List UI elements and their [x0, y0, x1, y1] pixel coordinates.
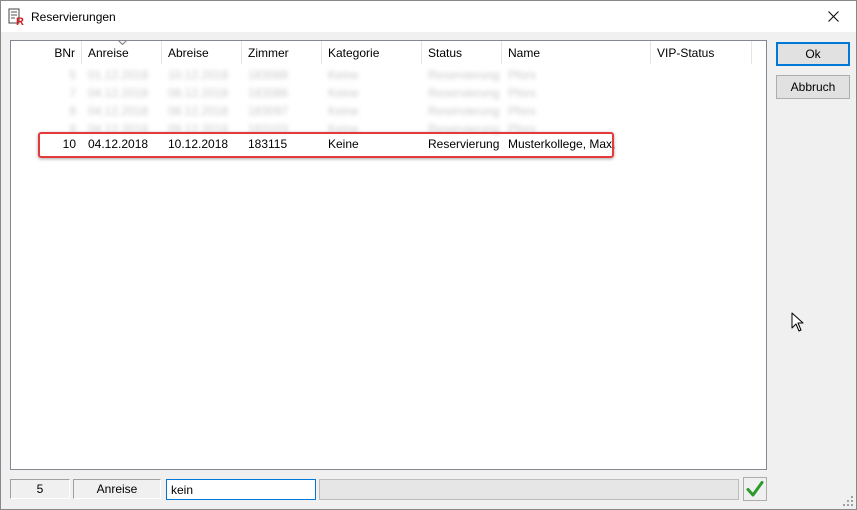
mouse-pointer-icon — [791, 312, 804, 332]
record-count: 5 — [10, 479, 70, 499]
sort-down-icon — [118, 40, 127, 46]
app-r-icon: R — [8, 8, 26, 28]
cell-bnr: 5 — [69, 68, 76, 82]
svg-text:R: R — [16, 16, 24, 26]
table-row[interactable]: 7 04.12.2018 08.12.2018 183086 Keine Res… — [11, 84, 766, 102]
cell-abreise: 08.12.2018 — [168, 104, 229, 118]
row-highlight-annotation — [38, 132, 614, 158]
title-bar: R Reservierungen — [1, 1, 856, 32]
cell-anreise: 04.12.2018 — [88, 104, 149, 118]
confirm-search-button[interactable] — [743, 477, 767, 501]
reservations-list[interactable]: BNr Anreise Abreise Zimmer Kategorie Sta… — [10, 40, 767, 470]
sort-field-label: Anreise — [73, 479, 161, 499]
ok-button[interactable]: Ok — [776, 42, 850, 66]
column-header-anreise-label: Anreise — [88, 46, 129, 60]
cell-anreise: 01.12.2018 — [88, 68, 149, 82]
cell-zimmer: 183086 — [248, 86, 289, 100]
column-header-anreise[interactable]: Anreise — [82, 40, 162, 64]
search-input[interactable] — [166, 479, 316, 500]
cell-name: Pforx — [508, 68, 537, 82]
column-header-name[interactable]: Name — [502, 41, 651, 64]
progress-bar — [319, 479, 739, 500]
cell-zimmer: 183088 — [248, 68, 289, 82]
cell-kategorie: Keine — [328, 104, 359, 118]
cell-anreise: 04.12.2018 — [88, 86, 149, 100]
window-title: Reservierungen — [31, 10, 116, 24]
column-header-bnr[interactable]: BNr — [11, 41, 82, 64]
cell-status: Reservierung — [428, 68, 500, 82]
close-button[interactable] — [810, 1, 856, 32]
cell-status: Reservierung — [428, 104, 500, 118]
column-header-kategorie[interactable]: Kategorie — [322, 41, 422, 64]
checkmark-icon — [746, 481, 764, 497]
reservations-window: R Reservierungen BNr Anreise Abreise Zim… — [0, 0, 857, 510]
column-header-abreise[interactable]: Abreise — [162, 41, 242, 64]
cell-vip-status — [651, 135, 752, 153]
cell-bnr: 7 — [69, 86, 76, 100]
cell-kategorie: Keine — [328, 68, 359, 82]
cell-kategorie: Keine — [328, 86, 359, 100]
cell-bnr: 8 — [69, 104, 76, 118]
cell-name: Pforx — [508, 86, 537, 100]
cell-name: Pforx — [508, 104, 537, 118]
table-row[interactable]: 8 04.12.2018 08.12.2018 183097 Keine Res… — [11, 102, 766, 120]
cell-abreise: 08.12.2018 — [168, 86, 229, 100]
cell-zimmer: 183097 — [248, 104, 289, 118]
column-header-status[interactable]: Status — [422, 41, 502, 64]
table-row[interactable]: 5 01.12.2018 10.12.2018 183088 Keine Res… — [11, 66, 766, 84]
resize-grip-icon[interactable] — [842, 495, 854, 507]
close-icon — [827, 11, 839, 22]
cell-abreise: 10.12.2018 — [168, 68, 229, 82]
cancel-button[interactable]: Abbruch — [776, 75, 850, 99]
column-header-zimmer[interactable]: Zimmer — [242, 41, 322, 64]
cell-status: Reservierung — [428, 86, 500, 100]
list-header: BNr Anreise Abreise Zimmer Kategorie Sta… — [11, 40, 766, 64]
column-header-vip-status[interactable]: VIP-Status — [651, 41, 752, 64]
